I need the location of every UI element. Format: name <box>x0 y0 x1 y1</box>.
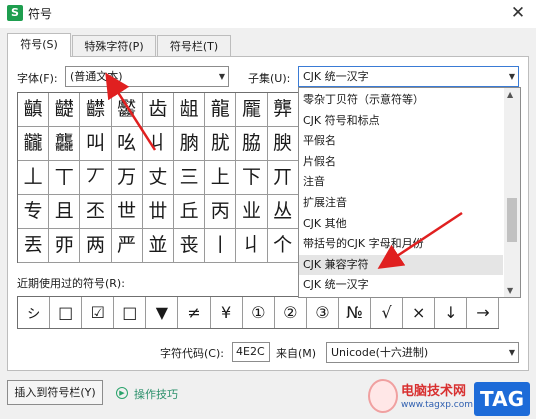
red-arrow-font <box>105 72 157 151</box>
red-arrow-subset <box>377 211 463 269</box>
annotation-arrows <box>105 72 463 269</box>
